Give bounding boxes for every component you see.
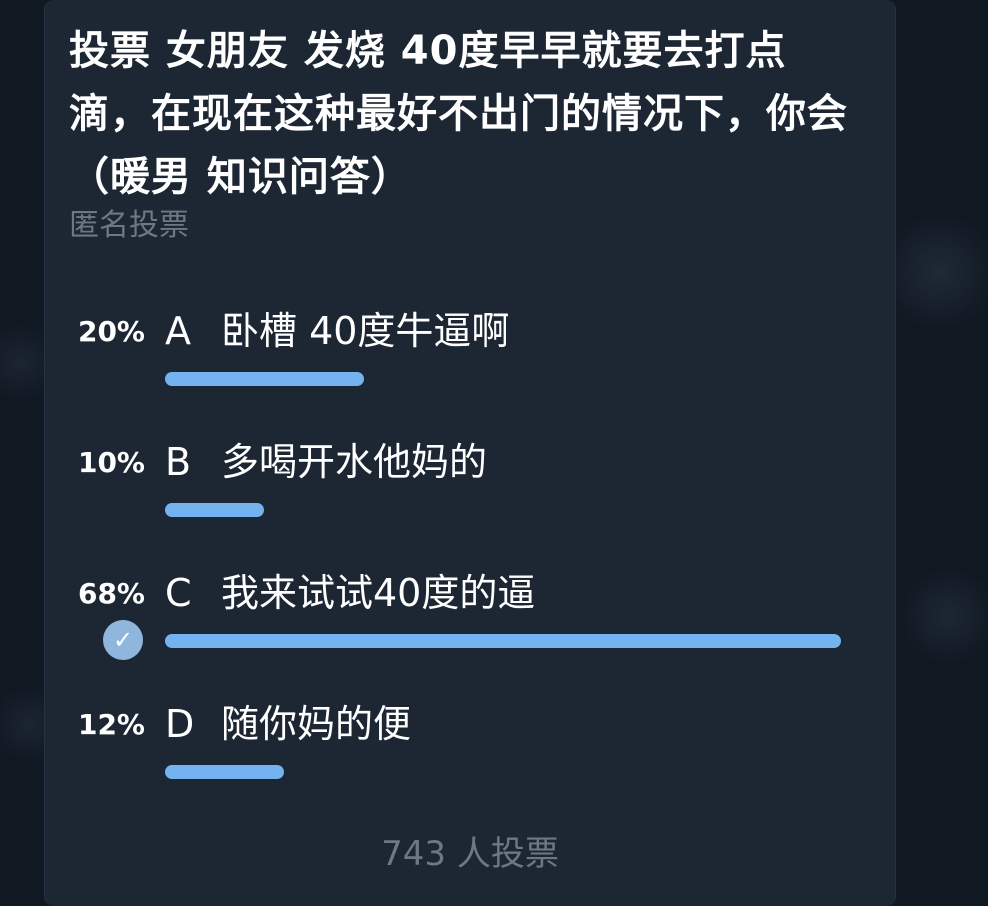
option-text: 我来试试40度的逼 <box>221 571 536 615</box>
poll-option-a[interactable]: 20% A 卧槽 40度牛逼啊 <box>45 306 895 416</box>
poll-option-c[interactable]: 68% C 我来试试40度的逼 ✓ <box>45 568 895 678</box>
option-letter: C <box>165 571 192 615</box>
option-letter: B <box>165 440 192 484</box>
poll-question: 投票 女朋友 发烧 40度早早就要去打点滴，在现在这种最好不出门的情况下，你会（… <box>69 28 848 200</box>
option-label: D 随你妈的便 <box>165 699 411 749</box>
option-percent: 20% <box>77 315 145 348</box>
option-label: C 我来试试40度的逼 <box>165 568 535 618</box>
option-result-bar <box>165 765 284 779</box>
option-percent: 12% <box>77 708 145 741</box>
option-result-bar <box>165 503 264 517</box>
option-text: 多喝开水他妈的 <box>221 440 488 484</box>
option-letter: D <box>165 702 195 746</box>
poll-option-d[interactable]: 12% D 随你妈的便 <box>45 699 895 809</box>
option-percent: 68% <box>77 577 145 610</box>
option-text: 卧槽 40度牛逼啊 <box>221 309 510 353</box>
checkmark-icon: ✓ <box>103 620 143 660</box>
option-label: A 卧槽 40度牛逼啊 <box>165 306 509 356</box>
option-label: B 多喝开水他妈的 <box>165 437 487 487</box>
voters-count: 743 人投票 <box>381 834 559 874</box>
option-result-bar <box>165 634 841 648</box>
option-percent: 10% <box>77 446 145 479</box>
poll-card: 投票 女朋友 发烧 40度早早就要去打点滴，在现在这种最好不出门的情况下，你会（… <box>44 0 896 906</box>
option-result-bar <box>165 372 364 386</box>
option-text: 随你妈的便 <box>221 702 412 746</box>
poll-option-b[interactable]: 10% B 多喝开水他妈的 <box>45 437 895 547</box>
poll-type-label: 匿名投票 <box>69 208 189 243</box>
option-letter: A <box>165 309 191 353</box>
